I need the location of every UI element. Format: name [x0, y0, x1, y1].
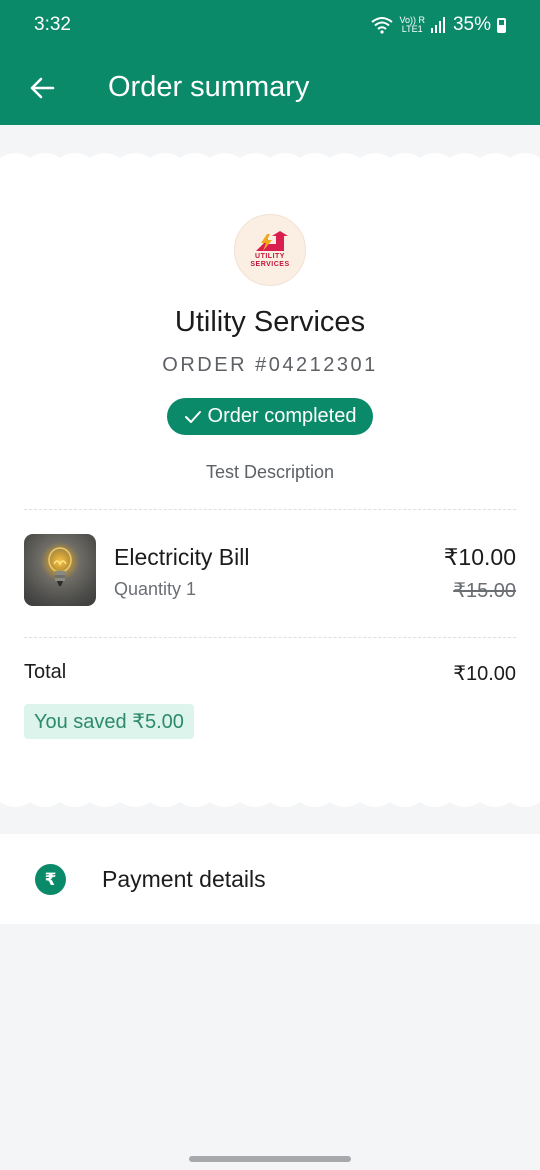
total-label: Total: [24, 661, 67, 683]
item-thumbnail: [24, 534, 96, 606]
order-status-label: Order completed: [207, 405, 357, 427]
status-time: 3:32: [34, 14, 71, 35]
payment-details-label: Payment details: [102, 866, 266, 892]
payment-details-row[interactable]: ₹ Payment details: [0, 834, 540, 924]
order-number: ORDER #04212301: [162, 354, 378, 376]
rupee-icon: ₹: [35, 864, 66, 895]
total-value: ₹10.00: [453, 663, 516, 685]
logo-arrow-icon: [256, 231, 288, 251]
battery-percent: 35%: [452, 14, 491, 35]
network-type: Vo)) R LTE1: [399, 15, 425, 34]
divider: [24, 509, 516, 510]
merchant-name: Utility Services: [174, 306, 366, 338]
divider: [24, 637, 516, 638]
status-icons: Vo)) R LTE1 35%: [371, 14, 506, 36]
wifi-icon: [371, 17, 394, 34]
item-original-price: ₹15.00: [453, 580, 516, 602]
order-description: Test Description: [205, 462, 335, 482]
light-bulb-icon: [48, 547, 72, 586]
arrow-left-icon: [30, 77, 55, 98]
receipt-bottom-edge: [0, 790, 540, 810]
battery-icon: [497, 17, 506, 33]
app-bar: 3:32 Vo)) R LTE1 35% Order summary: [0, 0, 540, 125]
item-name: Electricity Bill: [114, 544, 250, 570]
status-bar: 3:32 Vo)) R LTE1 35%: [0, 0, 540, 50]
merchant-logo: UTILITY SERVICES: [234, 214, 306, 286]
check-icon: [184, 410, 201, 423]
toolbar: Order summary: [0, 50, 540, 125]
signal-icon: [430, 17, 445, 33]
item-price: ₹10.00: [443, 544, 516, 570]
back-button[interactable]: [14, 60, 70, 116]
receipt-top-edge: [0, 150, 540, 170]
item-quantity: Quantity 1: [114, 579, 197, 599]
savings-badge: You saved ₹5.00: [24, 704, 194, 739]
page-title: Order summary: [108, 71, 310, 103]
order-status-badge: Order completed: [167, 398, 373, 435]
home-indicator[interactable]: [189, 1156, 351, 1162]
